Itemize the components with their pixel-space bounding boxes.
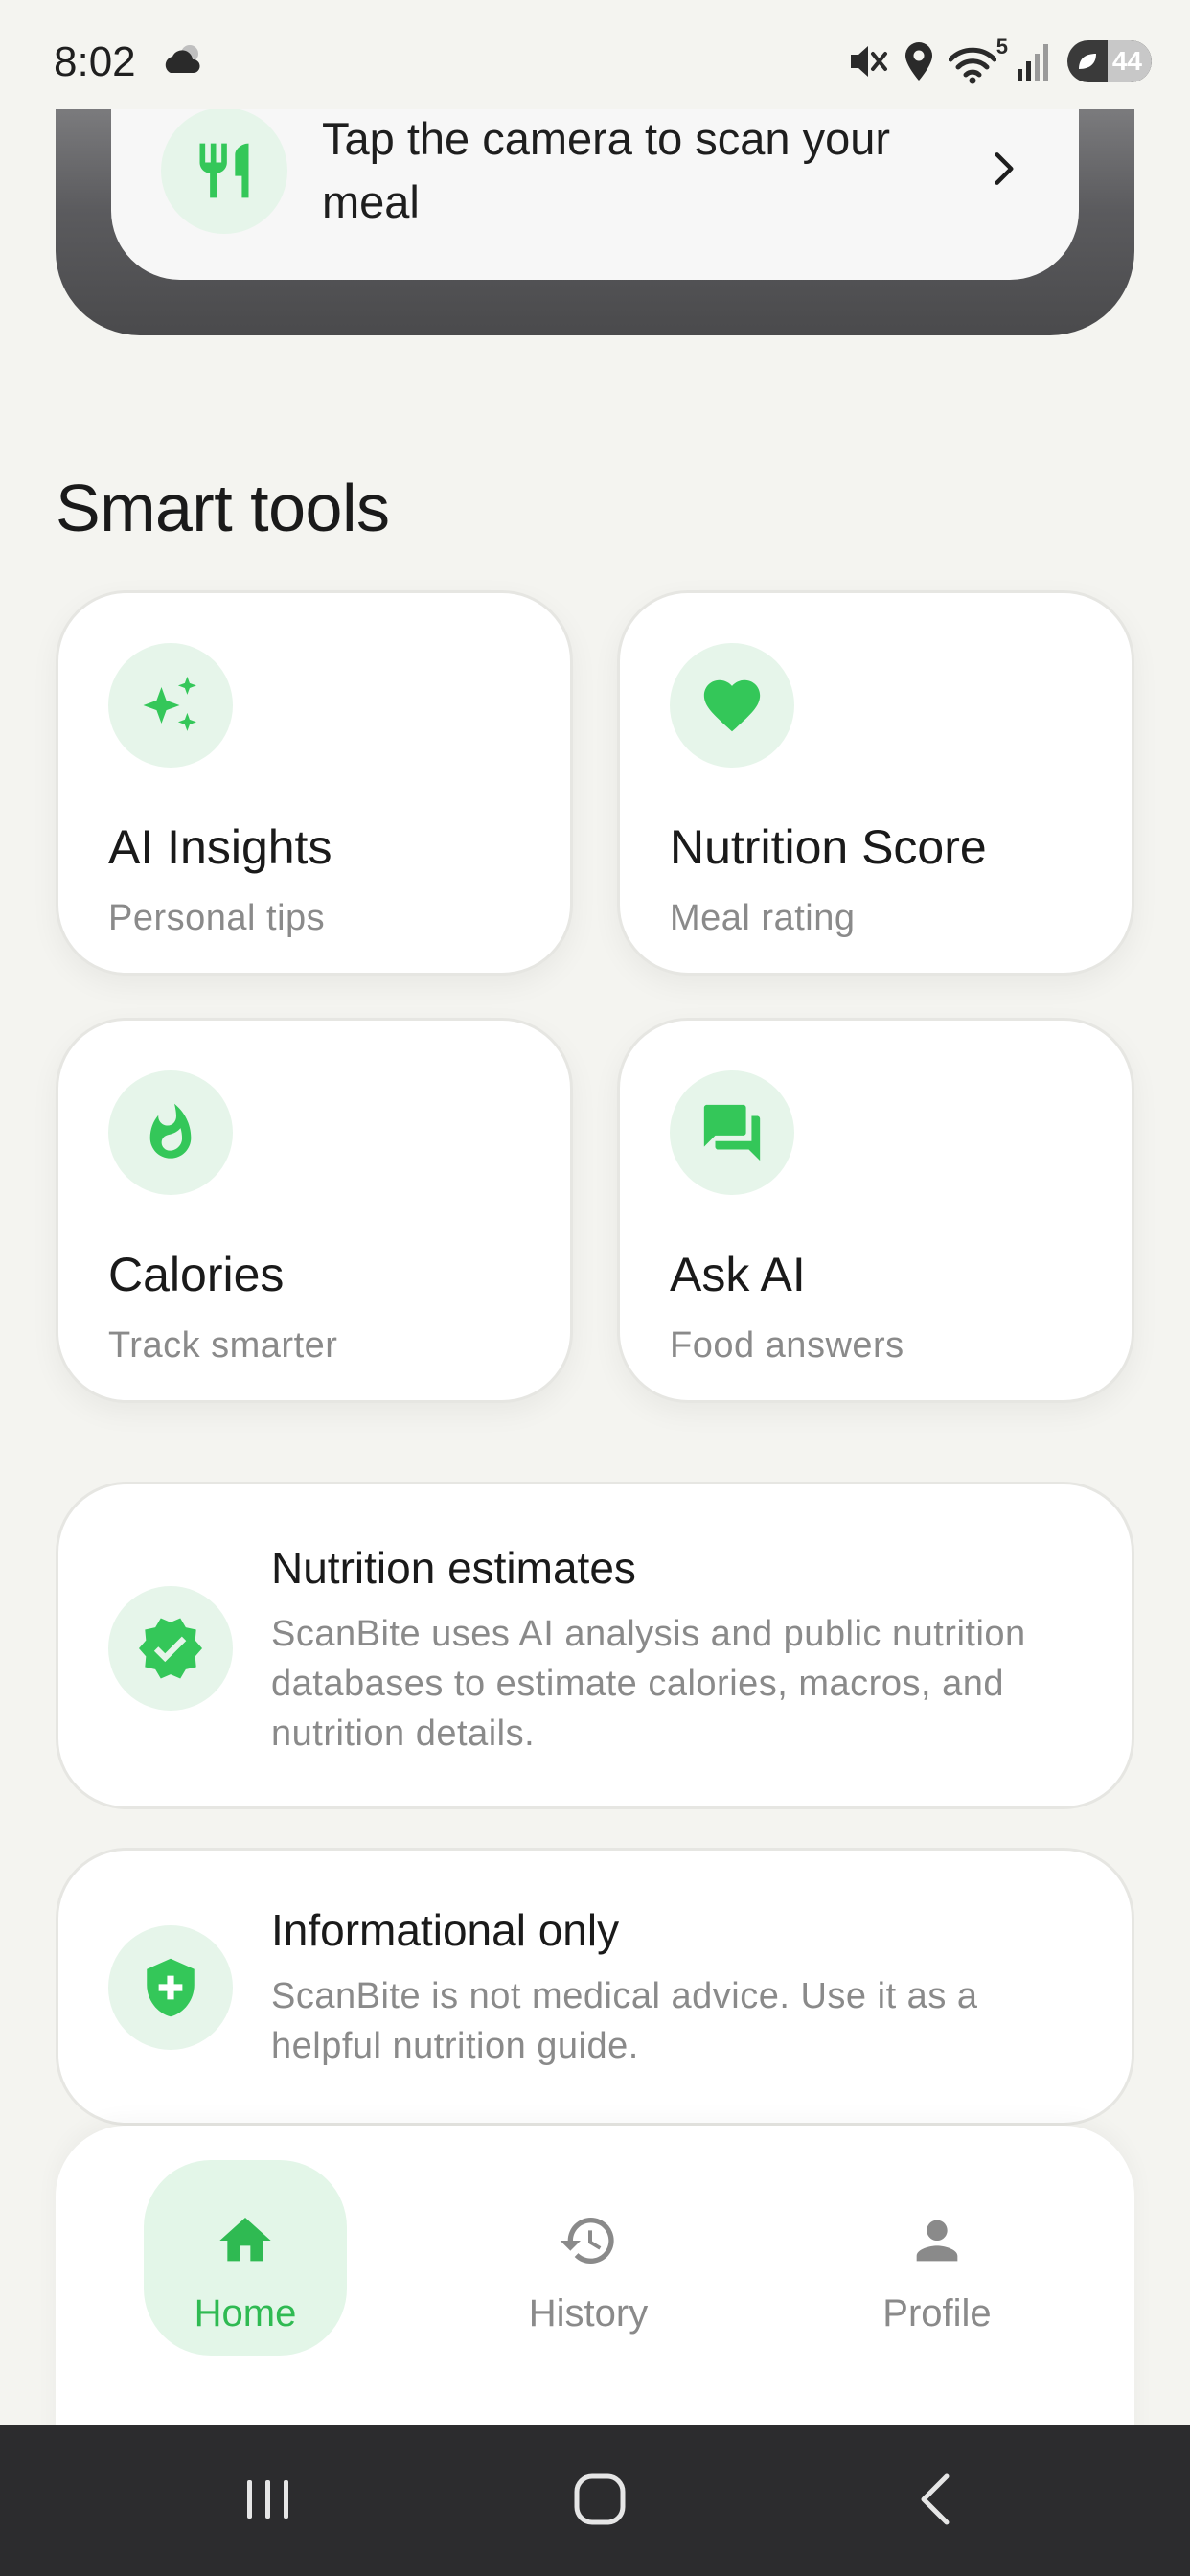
- system-nav-bar: [0, 2425, 1190, 2576]
- tool-subtitle: Track smarter: [108, 1325, 338, 1366]
- history-icon: [560, 2218, 614, 2264]
- back-icon[interactable]: [910, 2472, 964, 2526]
- nav-item-home[interactable]: Home: [144, 2160, 347, 2356]
- scan-icon-badge: [161, 107, 287, 234]
- mute-icon: [851, 46, 887, 77]
- nav-label-home: Home: [194, 2292, 297, 2334]
- nav-label-history: History: [528, 2292, 649, 2334]
- scan-meal-text: Tap the camera to scan your meal: [322, 113, 891, 227]
- wifi-badge: 5: [995, 34, 1008, 58]
- info-card-nutrition-estimates: Nutrition estimates ScanBite uses AI ana…: [56, 1482, 1134, 1809]
- info-icon-badge: [108, 1925, 233, 2050]
- info-title: Nutrition estimates: [271, 1543, 636, 1593]
- tool-title: AI Insights: [108, 820, 332, 874]
- chevron-right-icon: [995, 152, 1014, 185]
- section-title-smart-tools: Smart tools: [56, 471, 390, 545]
- location-icon: [905, 42, 932, 80]
- tool-title: Calories: [108, 1248, 285, 1301]
- status-bar: 8:02 5 44: [0, 0, 1190, 109]
- tool-title: Nutrition Score: [670, 820, 987, 874]
- home-screen: 8:02 5 44 Tap the camera to scan your me…: [0, 0, 1190, 2576]
- signal-icon: [1018, 44, 1048, 80]
- nav-item-profile[interactable]: Profile: [835, 2160, 1039, 2356]
- verified-badge-icon: [139, 1618, 202, 1679]
- tool-icon-badge: [670, 1070, 794, 1195]
- info-body: ScanBite is not medical advice. Use it a…: [271, 1976, 978, 2066]
- fork-knife-icon: [199, 143, 249, 198]
- nav-item-history[interactable]: History: [487, 2160, 690, 2356]
- nav-label-profile: Profile: [882, 2292, 992, 2334]
- tool-card-calories[interactable]: Calories Track smarter: [56, 1018, 573, 1403]
- tool-card-nutrition-score[interactable]: Nutrition Score Meal rating: [617, 590, 1134, 976]
- home-icon: [219, 2218, 271, 2262]
- battery-level: 44: [1111, 46, 1142, 76]
- status-icons: 5 44: [847, 34, 1152, 86]
- nav-icon-wrap: [835, 2210, 1039, 2271]
- nav-icon-wrap: [487, 2210, 690, 2271]
- tool-subtitle: Meal rating: [670, 898, 856, 938]
- tool-icon-badge: [108, 1070, 233, 1195]
- tool-subtitle: Personal tips: [108, 898, 326, 938]
- info-card-informational-only: Informational only ScanBite is not medic…: [56, 1848, 1134, 2126]
- tool-card-ai-insights[interactable]: AI Insights Personal tips: [56, 590, 573, 976]
- tool-icon-badge: [670, 643, 794, 768]
- person-icon: [916, 2220, 958, 2262]
- tool-card-ask-ai[interactable]: Ask AI Food answers: [617, 1018, 1134, 1403]
- wifi-icon: [949, 47, 996, 84]
- tool-subtitle: Food answers: [670, 1325, 904, 1366]
- wifi-indicator: 5: [949, 34, 1008, 84]
- info-body: ScanBite uses AI analysis and public nut…: [271, 1614, 1026, 1754]
- tool-title: Ask AI: [670, 1248, 806, 1301]
- shield-plus-icon: [147, 1958, 195, 2017]
- tool-icon-badge: [108, 643, 233, 768]
- info-title: Informational only: [271, 1905, 620, 1955]
- nav-icon-wrap: [144, 2210, 347, 2271]
- home-button-icon[interactable]: [573, 2472, 627, 2526]
- recent-apps-icon[interactable]: [241, 2472, 295, 2526]
- info-icon-badge: [108, 1586, 233, 1711]
- chat-bubbles-icon: [703, 1104, 761, 1162]
- battery-indicator: 44: [1067, 40, 1152, 82]
- battery-saver-icon: [1079, 54, 1096, 69]
- weather-cloud-icon: [165, 45, 200, 73]
- status-time: 8:02: [54, 38, 136, 85]
- flame-icon: [149, 1103, 192, 1159]
- heart-icon: [703, 679, 761, 732]
- sparkles-icon: [143, 676, 196, 731]
